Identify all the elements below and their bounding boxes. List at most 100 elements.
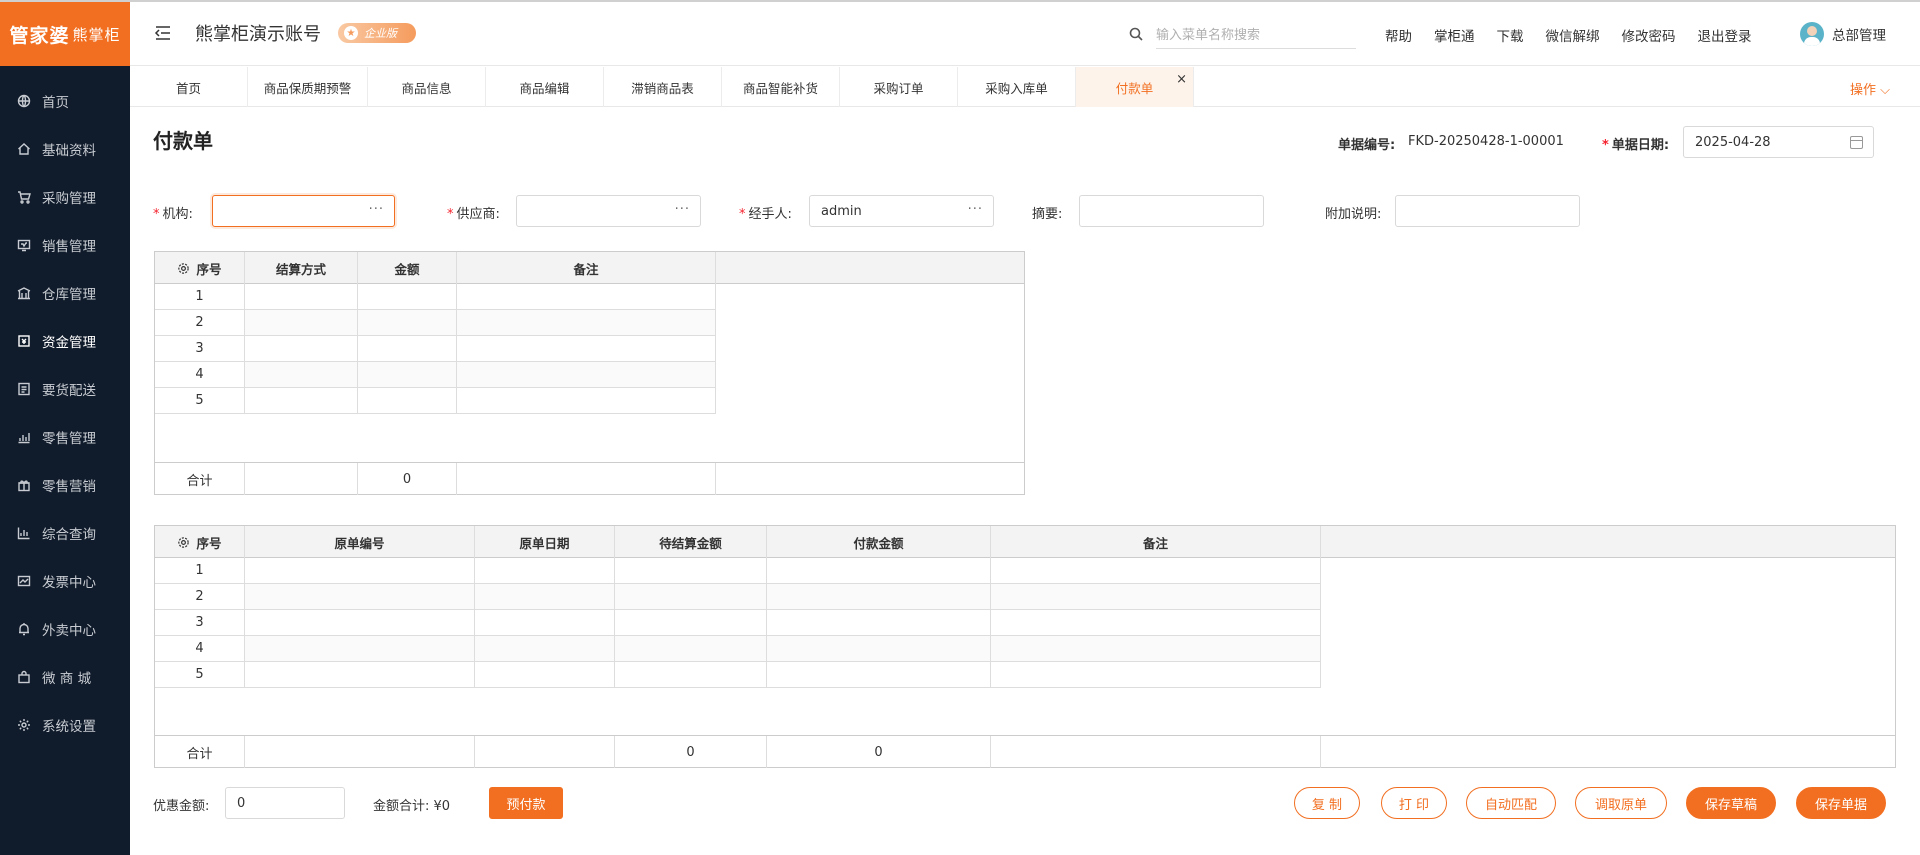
user-menu[interactable]: 总部管理 — [1800, 22, 1886, 46]
table-cell[interactable] — [475, 558, 615, 584]
calendar-icon[interactable] — [1850, 136, 1863, 149]
table-cell[interactable] — [457, 336, 716, 362]
table-cell[interactable] — [358, 284, 457, 310]
table-cell[interactable] — [245, 584, 475, 610]
table-cell[interactable] — [358, 336, 457, 362]
logo[interactable]: 管家婆 熊掌柜 — [0, 2, 130, 66]
save-doc-button[interactable]: 保存单据 — [1796, 787, 1886, 819]
table-cell[interactable] — [245, 636, 475, 662]
handler-field[interactable]: admin ··· — [809, 195, 994, 227]
table-cell[interactable] — [767, 584, 991, 610]
tab-home[interactable]: 首页 — [130, 67, 248, 107]
logout-link[interactable]: 退出登录 — [1698, 25, 1752, 45]
more-icon[interactable]: ··· — [968, 202, 983, 217]
tab-product-edit[interactable]: 商品编辑 — [486, 67, 604, 107]
table-cell[interactable] — [475, 610, 615, 636]
table-cell[interactable] — [457, 284, 716, 310]
zhanggui-link[interactable]: 掌柜通 — [1434, 25, 1475, 45]
search-icon[interactable] — [1128, 26, 1144, 42]
sidebar-item-gift[interactable]: 零售营销 — [0, 461, 130, 509]
table-cell[interactable] — [358, 310, 457, 336]
print-button[interactable]: 打 印 — [1381, 787, 1447, 819]
change-password-link[interactable]: 修改密码 — [1622, 25, 1676, 45]
table-cell[interactable] — [767, 636, 991, 662]
note-field[interactable] — [1395, 195, 1580, 227]
supplier-field[interactable]: ··· — [516, 195, 701, 227]
more-icon[interactable]: ··· — [675, 202, 690, 217]
table-cell[interactable] — [358, 362, 457, 388]
table-cell[interactable] — [358, 388, 457, 414]
sidebar-item-gear[interactable]: 系统设置 — [0, 701, 130, 749]
tab-product-info[interactable]: 商品信息 — [368, 67, 486, 107]
sidebar-item-bar-chart[interactable]: 综合查询 — [0, 509, 130, 557]
download-link[interactable]: 下载 — [1497, 25, 1524, 45]
auto-match-button[interactable]: 自动匹配 — [1466, 787, 1556, 819]
sidebar-item-wallet[interactable]: 资金管理 — [0, 317, 130, 365]
table-cell[interactable] — [245, 610, 475, 636]
sidebar-item-monitor[interactable]: 销售管理 — [0, 221, 130, 269]
table-cell[interactable] — [245, 284, 358, 310]
table-cell[interactable] — [245, 662, 475, 688]
table-cell[interactable] — [457, 310, 716, 336]
globe-icon — [16, 93, 32, 109]
header-seq[interactable]: 序号 — [155, 252, 245, 284]
table-cell[interactable] — [475, 662, 615, 688]
doc-date-picker[interactable]: 2025-04-28 — [1683, 126, 1874, 158]
org-field[interactable]: ··· — [212, 195, 395, 227]
table-cell[interactable] — [615, 558, 767, 584]
table-cell[interactable] — [615, 636, 767, 662]
table-cell[interactable] — [991, 558, 1321, 584]
table-cell[interactable] — [767, 558, 991, 584]
table-cell[interactable] — [245, 558, 475, 584]
table-cell[interactable] — [767, 610, 991, 636]
total-source-no — [245, 736, 475, 768]
prepay-button[interactable]: 预付款 — [489, 787, 563, 819]
header-seq[interactable]: 序号 — [155, 526, 245, 558]
tab-smart-restock[interactable]: 商品智能补货 — [722, 67, 840, 107]
sidebar-item-list[interactable]: 要货配送 — [0, 365, 130, 413]
table-cell[interactable] — [475, 584, 615, 610]
table-cell[interactable] — [245, 310, 358, 336]
gear-icon[interactable] — [177, 536, 190, 549]
copy-button[interactable]: 复 制 — [1294, 787, 1360, 819]
tab-expiry-warning[interactable]: 商品保质期预警 — [248, 67, 368, 107]
sidebar-item-home[interactable]: 基础资料 — [0, 125, 130, 173]
sidebar-item-invoice[interactable]: 发票中心 — [0, 557, 130, 605]
sidebar-item-cart[interactable]: 采购管理 — [0, 173, 130, 221]
close-icon[interactable]: × — [1176, 72, 1187, 87]
table-cell[interactable] — [991, 610, 1321, 636]
tab-payment[interactable]: 付款单 × — [1076, 67, 1194, 107]
tab-purchase-order[interactable]: 采购订单 — [840, 67, 958, 107]
tab-slow-moving[interactable]: 滞销商品表 — [604, 67, 722, 107]
table-cell[interactable] — [245, 362, 358, 388]
save-draft-button[interactable]: 保存草稿 — [1686, 787, 1776, 819]
fetch-source-button[interactable]: 调取原单 — [1575, 787, 1667, 819]
sidebar-item-warehouse[interactable]: 仓库管理 — [0, 269, 130, 317]
table-cell[interactable] — [245, 388, 358, 414]
table-cell[interactable] — [457, 362, 716, 388]
table-cell[interactable] — [991, 636, 1321, 662]
menu-fold-icon[interactable] — [154, 24, 172, 42]
sidebar-item-bag[interactable]: 微 商 城 — [0, 653, 130, 701]
tab-purchase-receipt[interactable]: 采购入库单 — [958, 67, 1076, 107]
help-link[interactable]: 帮助 — [1385, 25, 1412, 45]
table-cell[interactable] — [615, 584, 767, 610]
table-cell[interactable] — [991, 662, 1321, 688]
table-cell[interactable] — [615, 610, 767, 636]
menu-search-input[interactable] — [1156, 23, 1356, 49]
sidebar-item-chart[interactable]: 零售管理 — [0, 413, 130, 461]
gear-icon[interactable] — [177, 262, 190, 275]
table-cell[interactable] — [991, 584, 1321, 610]
discount-input[interactable]: 0 — [225, 787, 345, 819]
table-cell[interactable] — [615, 662, 767, 688]
table-cell[interactable] — [767, 662, 991, 688]
wechat-unbind-link[interactable]: 微信解绑 — [1546, 25, 1600, 45]
more-icon[interactable]: ··· — [369, 202, 384, 217]
table-cell[interactable] — [475, 636, 615, 662]
summary-field[interactable] — [1079, 195, 1264, 227]
sidebar-item-bell[interactable]: 外卖中心 — [0, 605, 130, 653]
operations-dropdown[interactable]: 操作 ⌵ — [1850, 79, 1890, 98]
sidebar-item-globe[interactable]: 首页 — [0, 77, 130, 125]
table-cell[interactable] — [457, 388, 716, 414]
table-cell[interactable] — [245, 336, 358, 362]
